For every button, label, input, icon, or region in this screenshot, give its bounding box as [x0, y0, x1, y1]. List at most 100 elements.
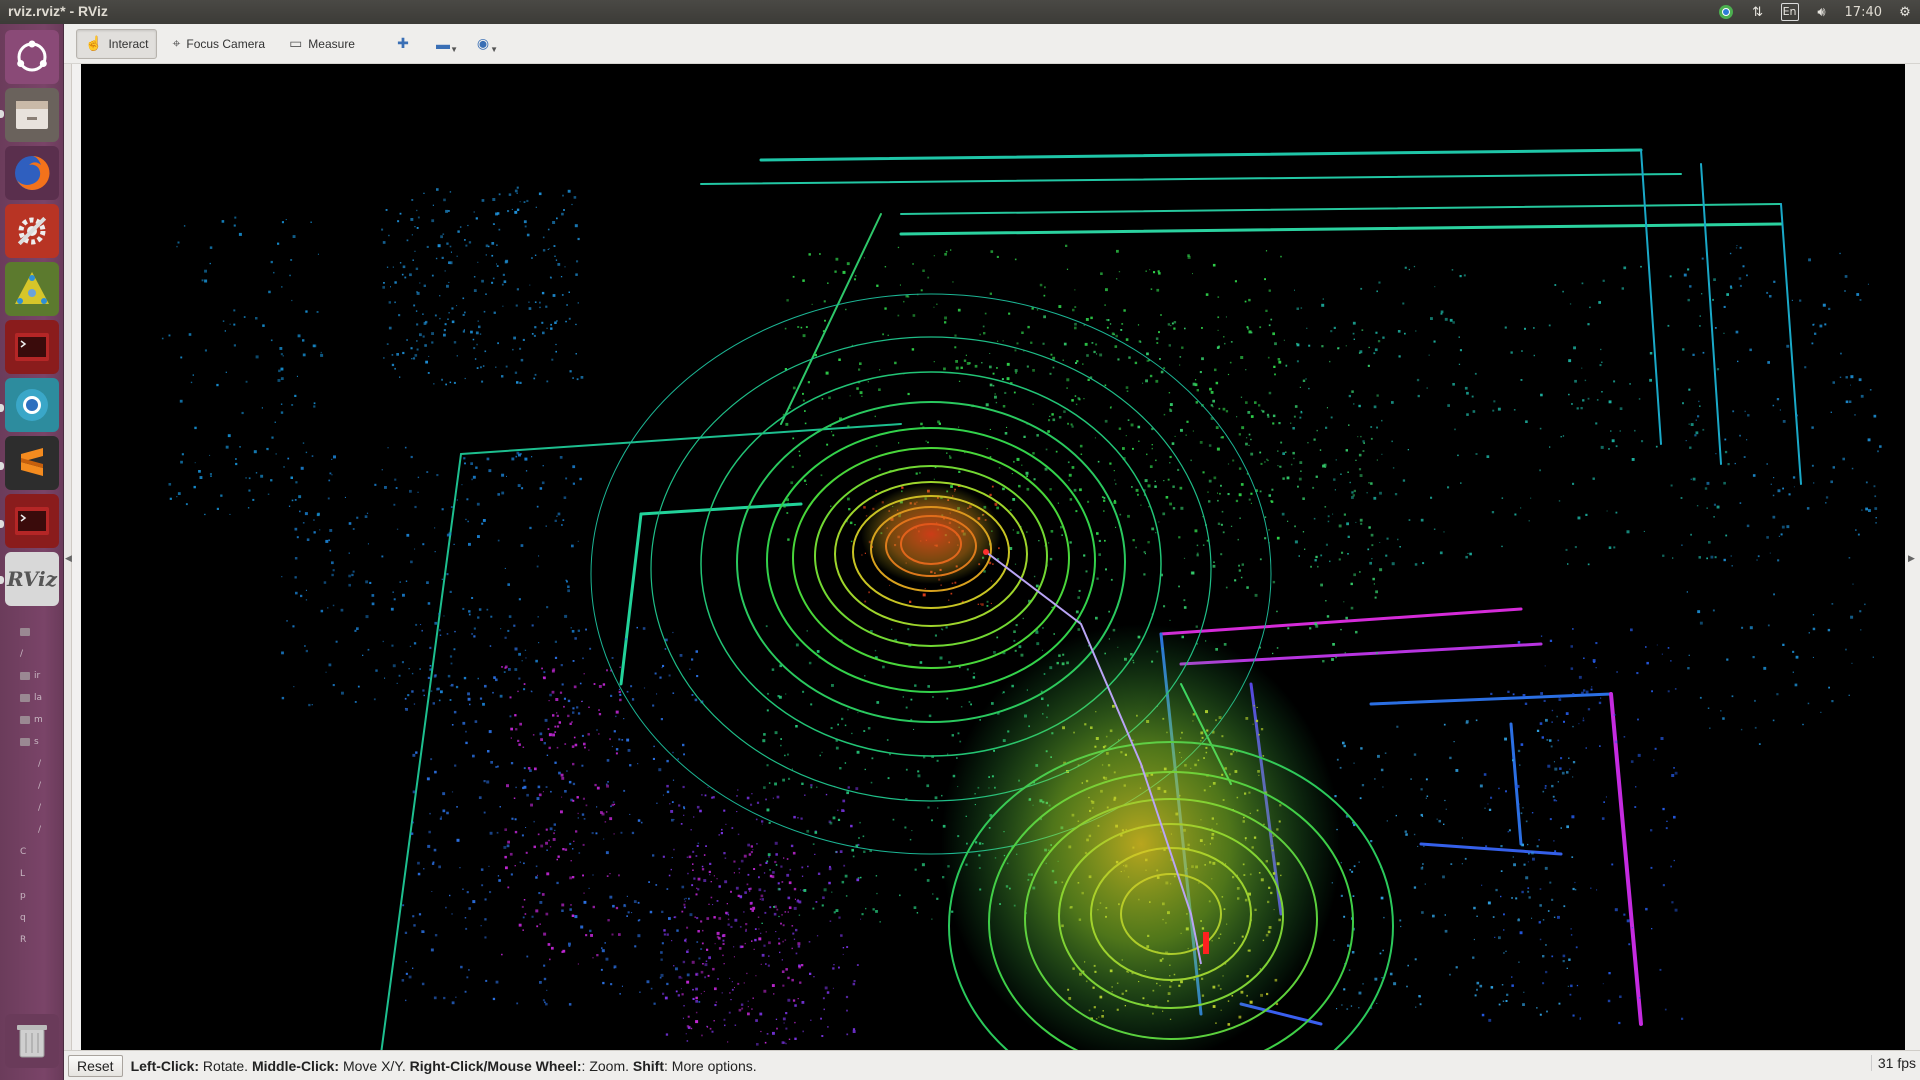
- cloud-point: [408, 668, 410, 670]
- cloud-point: [351, 573, 354, 577]
- cloud-point: [860, 876, 862, 879]
- cloud-point: [1571, 403, 1573, 405]
- cloud-point: [1178, 536, 1181, 539]
- chrome-indicator-icon[interactable]: [1717, 3, 1735, 21]
- cloud-point: [524, 649, 527, 651]
- cloud-point: [1196, 544, 1199, 547]
- cloud-point: [1135, 546, 1137, 549]
- cloud-point: [932, 696, 934, 698]
- cloud-point: [1222, 407, 1226, 411]
- cloud-point: [572, 782, 576, 786]
- cloud-point: [1158, 272, 1161, 275]
- sublime-text-icon[interactable]: [5, 436, 59, 490]
- cloud-point: [596, 729, 598, 731]
- cloud-point: [844, 762, 847, 764]
- gear-icon[interactable]: ⚙: [1896, 3, 1914, 21]
- measure-tool-button[interactable]: ▭ Measure: [280, 29, 364, 59]
- remove-tool-button[interactable]: ▬ ▼: [426, 30, 460, 58]
- cloud-point: [588, 887, 590, 889]
- cloud-point: [1779, 409, 1781, 411]
- render-viewport[interactable]: [81, 64, 1905, 1050]
- keyboard-layout-indicator[interactable]: En: [1780, 3, 1799, 21]
- cloud-point: [1338, 347, 1340, 349]
- files-icon[interactable]: [5, 88, 59, 142]
- reset-button[interactable]: Reset: [68, 1054, 123, 1077]
- cloud-point: [648, 881, 650, 883]
- cloud-point: [398, 314, 401, 317]
- cloud-point: [1420, 867, 1424, 870]
- collapse-right-icon[interactable]: ▶: [1908, 554, 1915, 564]
- cloud-point: [550, 790, 552, 793]
- cloud-point: [1368, 482, 1370, 484]
- view-tool-button[interactable]: ◉ ▼: [466, 30, 500, 58]
- cloud-point: [1649, 352, 1653, 355]
- volume-icon[interactable]: 🔊︎: [1813, 3, 1831, 21]
- cloud-point: [554, 640, 557, 643]
- cloud-point: [1589, 306, 1591, 309]
- ros-network-icon[interactable]: [5, 262, 59, 316]
- collapse-left-icon[interactable]: ◀: [65, 554, 72, 564]
- cloud-point: [800, 817, 803, 820]
- cloud-point: [738, 872, 740, 874]
- cloud-point: [990, 250, 994, 253]
- system-settings-icon[interactable]: [5, 204, 59, 258]
- cloud-point: [601, 947, 603, 949]
- cloud-point: [1393, 982, 1397, 986]
- cloud-point: [733, 956, 735, 958]
- cloud-point: [1643, 530, 1645, 532]
- focus-camera-tool-button[interactable]: ⌖ Focus Camera: [163, 29, 274, 59]
- add-tool-button[interactable]: ✚: [386, 30, 420, 58]
- terminal-2-icon[interactable]: [5, 494, 59, 548]
- cloud-point: [637, 901, 640, 904]
- cloud-point: [1574, 379, 1577, 383]
- terminal-icon[interactable]: [5, 320, 59, 374]
- firefox-icon[interactable]: [5, 146, 59, 200]
- cloud-point: [1555, 800, 1558, 802]
- chromium-icon[interactable]: [5, 378, 59, 432]
- cloud-point: [1512, 759, 1514, 762]
- cloud-point: [1754, 699, 1756, 702]
- cloud-point: [1302, 379, 1306, 382]
- trash-icon[interactable]: [5, 1014, 59, 1068]
- cloud-point: [776, 795, 780, 799]
- cloud-point: [427, 602, 431, 605]
- cloud-point: [1279, 465, 1282, 468]
- interact-tool-button[interactable]: ☝ Interact: [76, 28, 158, 59]
- cloud-point: [1032, 369, 1035, 372]
- rviz-icon[interactable]: RViz: [5, 552, 59, 606]
- cloud-point: [1033, 575, 1036, 578]
- displays-panel-collapsed[interactable]: ◀: [64, 64, 72, 1050]
- cloud-point: [1087, 500, 1090, 503]
- views-panel-collapsed[interactable]: ▶: [1904, 64, 1920, 1050]
- cloud-point: [936, 759, 939, 762]
- ubuntu-dash-icon[interactable]: [5, 30, 59, 84]
- cloud-point: [689, 668, 691, 670]
- cloud-point: [574, 637, 577, 640]
- cloud-point: [782, 1017, 786, 1021]
- cloud-point: [472, 754, 475, 758]
- cloud-point: [1012, 498, 1016, 501]
- cloud-point: [489, 645, 492, 647]
- cloud-point: [1746, 274, 1748, 277]
- cloud-point: [1380, 896, 1384, 900]
- cloud-point: [951, 582, 954, 585]
- cloud-point: [1690, 423, 1694, 426]
- cloud-point: [547, 728, 550, 730]
- cloud-point: [238, 232, 242, 236]
- cloud-point: [1116, 278, 1118, 280]
- cloud-point: [399, 581, 401, 583]
- cloud-point: [1875, 522, 1877, 524]
- cloud-point: [740, 1003, 744, 1006]
- cloud-point: [1686, 591, 1688, 593]
- cloud-point: [838, 966, 840, 969]
- network-icon[interactable]: ⇅: [1749, 3, 1767, 21]
- cloud-point: [673, 848, 675, 851]
- cloud-point: [1386, 537, 1389, 540]
- cloud-point: [1341, 551, 1344, 554]
- clock[interactable]: 17:40: [1845, 5, 1882, 20]
- cloud-point: [566, 580, 568, 583]
- cloud-point: [844, 724, 847, 727]
- cloud-point: [660, 958, 663, 961]
- cloud-point: [1351, 496, 1354, 499]
- cloud-point: [1598, 701, 1602, 705]
